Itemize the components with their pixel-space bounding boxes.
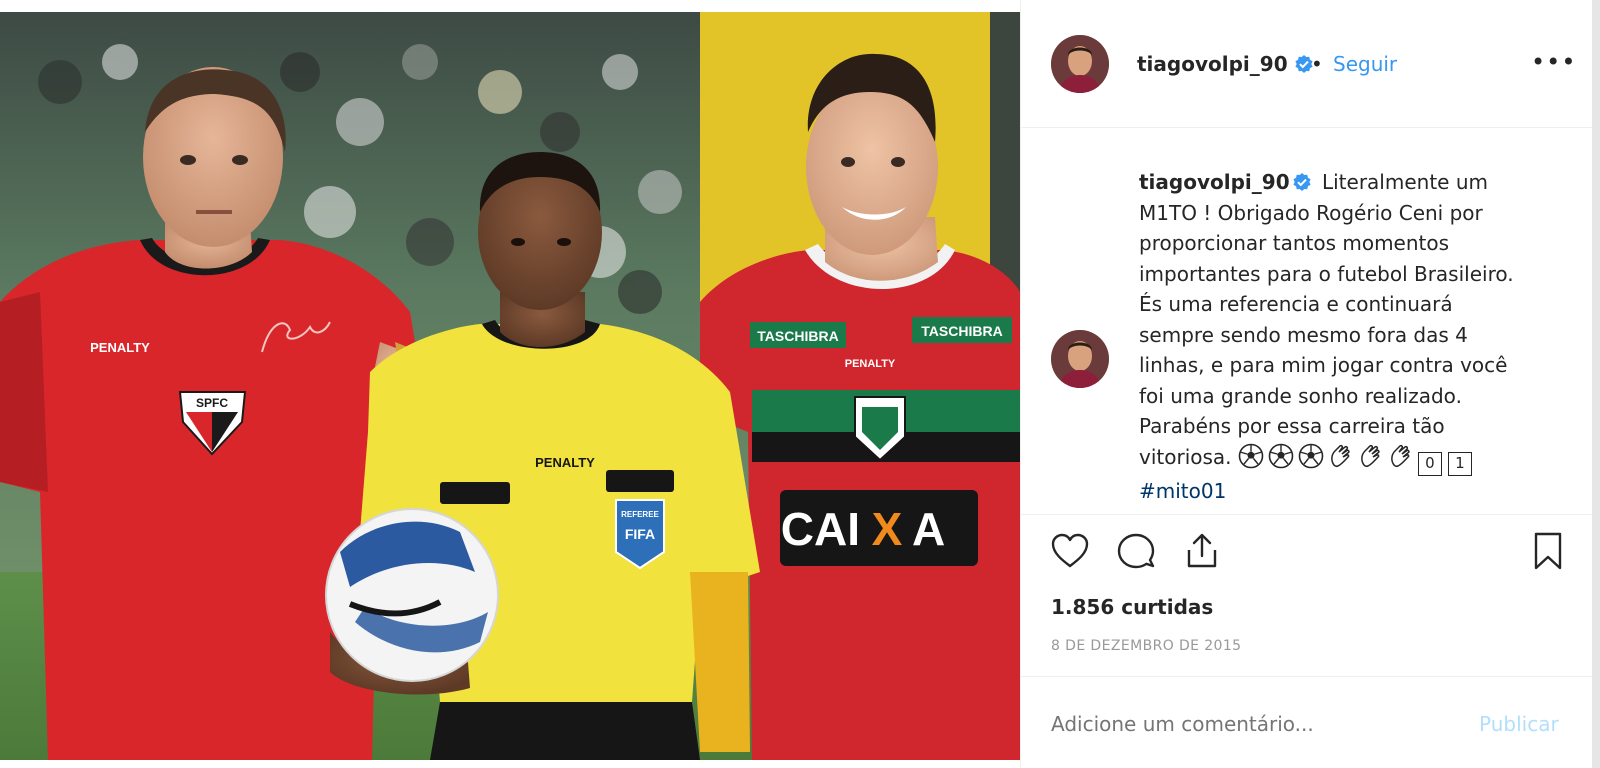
caption-line: És uma referencia e continuará <box>1139 292 1453 316</box>
avatar-image <box>1051 35 1109 93</box>
ref-brand-text: PENALTY <box>535 455 595 470</box>
hashtag-link[interactable]: #mito01 <box>1139 479 1226 503</box>
caption-divider <box>1021 514 1593 515</box>
post-date: 8 DE DEZEMBRO DE 2015 <box>1051 638 1242 654</box>
caption-author-avatar[interactable] <box>1051 330 1109 388</box>
keycap-one: 1 <box>1447 451 1472 476</box>
caption-line: M1TO ! Obrigado Rogério Ceni por <box>1139 200 1483 225</box>
caption-line: linhas, e para mim jogar contra você <box>1139 353 1508 377</box>
caixa-a: A <box>912 503 945 555</box>
soccer-ball-icon <box>1238 443 1264 468</box>
post-photo[interactable]: SPFC PENALTY TASCHIBRA TASCHIBRA PENALTY… <box>0 12 1020 760</box>
right-sponsor-1: TASCHIBRA <box>757 328 838 344</box>
right-brand-text: PENALTY <box>845 358 896 370</box>
caption-line: foi uma grande sonho realizado. <box>1139 383 1462 408</box>
caption-line: vitoriosa. <box>1139 444 1232 469</box>
caption-line: importantes para o futebol Brasileiro. <box>1139 261 1514 286</box>
caption-avatar-image <box>1051 330 1109 388</box>
ref-badge-text: FIFA <box>625 526 655 542</box>
share-upload-icon[interactable] <box>1181 530 1223 572</box>
caixa-cai: CAI <box>781 503 860 555</box>
post-header: tiagovolpi_90 • Seguir ••• <box>1021 0 1593 128</box>
soccer-ball <box>325 508 499 682</box>
header-separator: • <box>1311 52 1323 76</box>
like-heart-icon[interactable] <box>1049 530 1091 572</box>
likes-count[interactable]: 1.856 curtidas <box>1051 595 1213 619</box>
post-caption: tiagovolpi_90 Literalmente um M1TO ! Obr… <box>1139 167 1549 506</box>
left-brand-text: PENALTY <box>90 340 150 355</box>
window-edge <box>1592 0 1600 768</box>
clapping-hands-icon <box>1331 444 1350 467</box>
more-options-icon[interactable]: ••• <box>1531 50 1575 76</box>
save-bookmark-icon[interactable] <box>1527 530 1569 572</box>
author-username-text[interactable]: tiagovolpi_90 <box>1137 52 1288 76</box>
comment-divider <box>1021 676 1593 677</box>
post-actions <box>1049 530 1569 576</box>
caption-verified-badge-icon <box>1293 173 1311 191</box>
caption-line: sempre sendo mesmo fora das 4 <box>1139 322 1468 347</box>
comment-bubble-icon[interactable] <box>1115 530 1157 572</box>
caption-line: Parabéns por essa carreira tão <box>1139 414 1445 438</box>
author-avatar[interactable] <box>1051 35 1109 93</box>
author-username[interactable]: tiagovolpi_90 <box>1137 52 1314 76</box>
caption-line: proporcionar tantos momentos <box>1139 231 1450 255</box>
post-photo-image: SPFC PENALTY TASCHIBRA TASCHIBRA PENALTY… <box>0 12 1020 760</box>
follow-button[interactable]: Seguir <box>1333 52 1397 76</box>
ref-badge-top: REFEREE <box>621 510 659 519</box>
left-crest-text: SPFC <box>196 396 228 410</box>
keycap-zero: 0 <box>1417 451 1442 476</box>
soccer-ball-icon <box>1268 443 1294 468</box>
publish-button[interactable]: Publicar <box>1479 712 1559 736</box>
comment-input[interactable] <box>1051 712 1451 736</box>
clapping-hands-icon <box>1361 444 1380 467</box>
soccer-ball-icon <box>1298 443 1324 468</box>
clapping-hands-icon <box>1391 444 1410 467</box>
caption-username[interactable]: tiagovolpi_90 <box>1139 170 1290 194</box>
caption-line: Literalmente um <box>1321 170 1488 194</box>
post-details-panel: tiagovolpi_90 • Seguir ••• tiagovolpi_90… <box>1020 0 1593 768</box>
caption-emojis: 01 <box>1238 443 1478 476</box>
right-sponsor-2: TASCHIBRA <box>921 323 1002 339</box>
caixa-x: X <box>872 503 903 555</box>
